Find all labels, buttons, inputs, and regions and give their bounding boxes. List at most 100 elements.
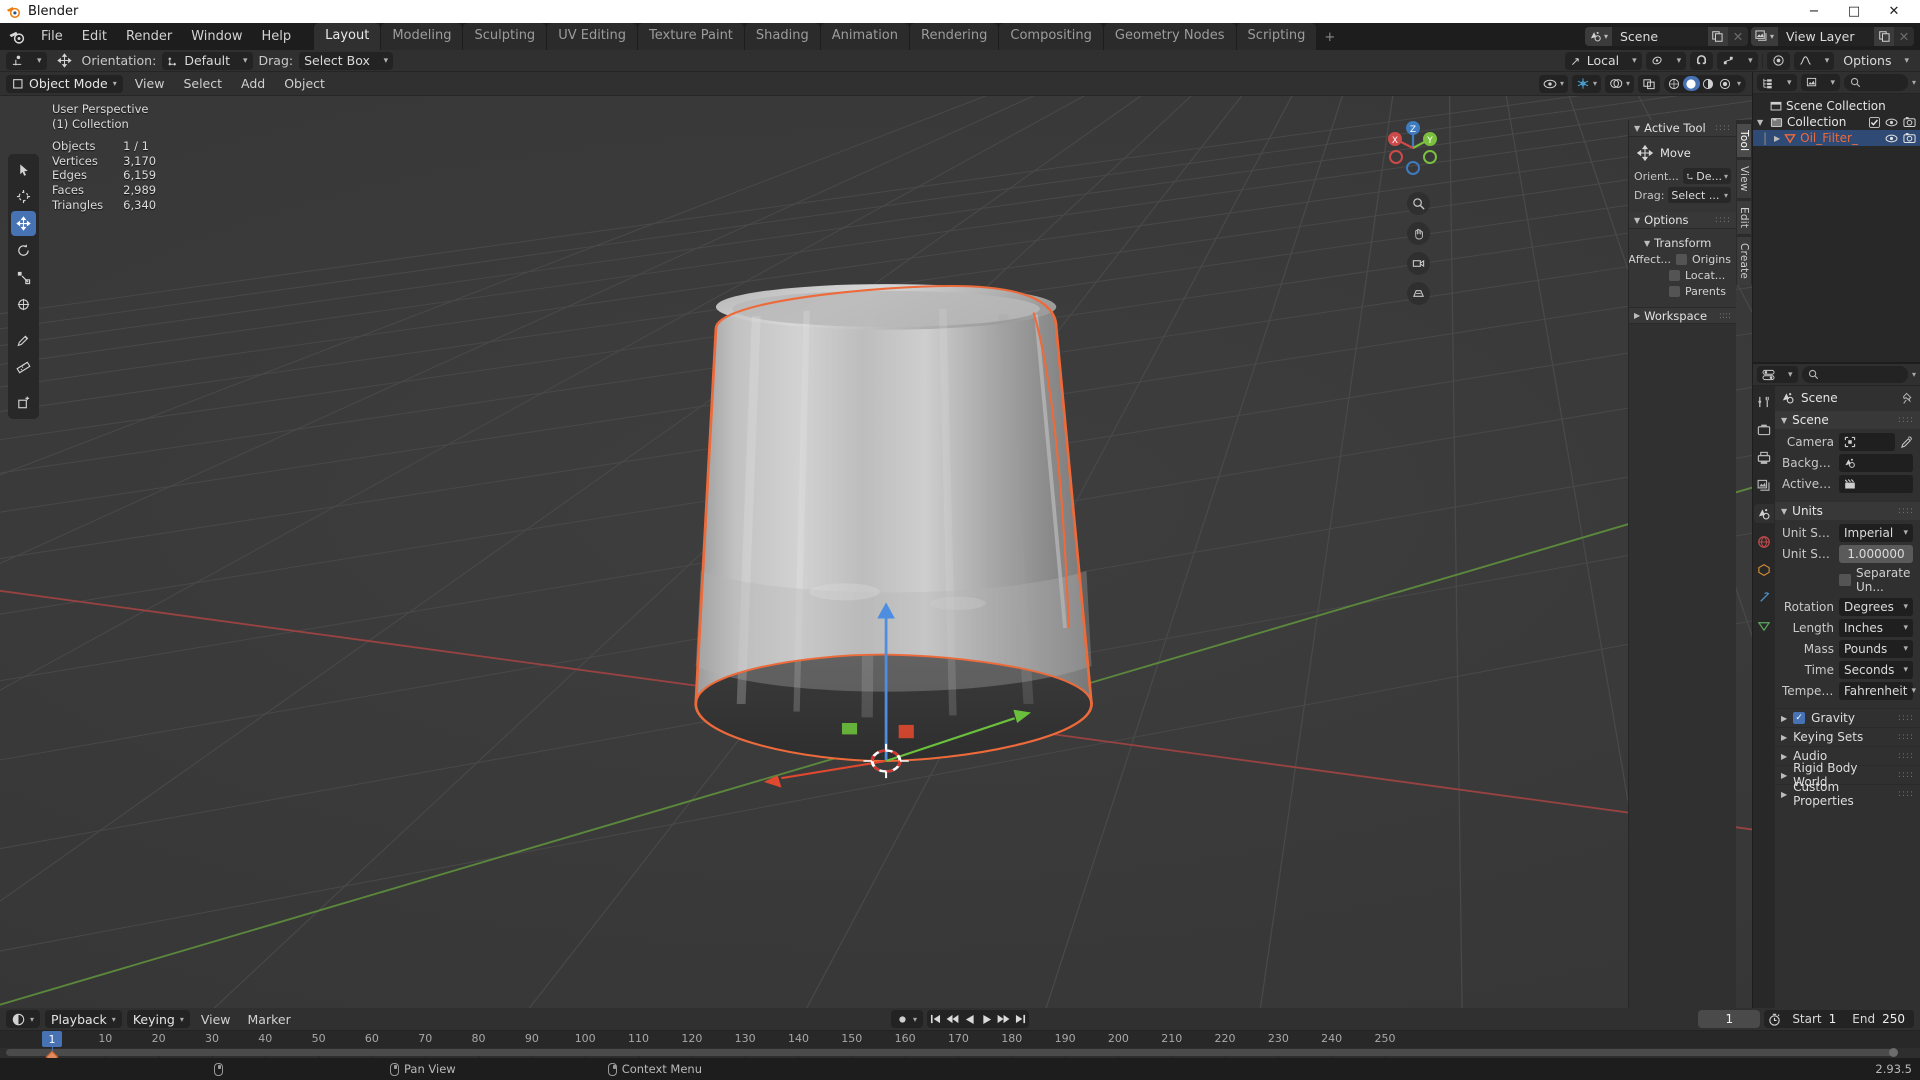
close-button[interactable]: ✕ — [1874, 0, 1914, 23]
rotation-dropdown[interactable]: Degrees ▾ — [1839, 598, 1913, 616]
transform-tool-button[interactable] — [11, 292, 36, 317]
object-visibility-icon[interactable] — [1885, 133, 1898, 144]
outliner-row-scene-collection[interactable]: Scene Collection — [1753, 98, 1920, 114]
time-dropdown[interactable]: Seconds ▾ — [1839, 661, 1913, 679]
menu-edit[interactable]: Edit — [73, 26, 116, 47]
tab-geometry-nodes[interactable]: Geometry Nodes — [1103, 22, 1236, 50]
gravity-checkbox[interactable]: ✓ — [1793, 712, 1806, 724]
tab-scripting[interactable]: Scripting — [1236, 22, 1317, 50]
chevron-right-icon[interactable]: ▶ — [1634, 311, 1640, 320]
playhead[interactable]: 1 — [42, 1031, 62, 1047]
chevron-down-icon[interactable]: ▼ — [1757, 118, 1766, 127]
properties-tab-tool[interactable] — [1754, 392, 1774, 411]
zoom-icon[interactable] — [1407, 192, 1430, 215]
collection-render-icon[interactable] — [1903, 116, 1916, 128]
tab-sculpting[interactable]: Sculpting — [463, 22, 547, 50]
properties-tab-render[interactable] — [1754, 420, 1774, 439]
active-clip-field[interactable] — [1839, 475, 1913, 493]
properties-tab-scene[interactable] — [1754, 504, 1774, 523]
end-value[interactable]: 250 — [1882, 1012, 1914, 1026]
chevron-down-icon[interactable]: ▼ — [1781, 507, 1787, 516]
keying-sets-panel-header[interactable]: ▶ Keying Sets :::: — [1775, 727, 1920, 746]
chevron-right-icon[interactable]: ▶ — [1781, 790, 1787, 799]
duplicate-view-layer-icon[interactable] — [1874, 27, 1894, 46]
view-layer-icon[interactable]: ▾ — [1750, 27, 1778, 46]
active-tool-panel-header[interactable]: ▼ Active Tool :::: — [1629, 120, 1736, 137]
viewport-menu-view[interactable]: View — [128, 74, 172, 93]
chevron-down-icon[interactable]: ▼ — [1634, 124, 1640, 133]
prev-keyframe-icon[interactable] — [944, 1010, 961, 1028]
gizmo-icon[interactable]: ▾ — [1571, 74, 1601, 93]
duplicate-icon[interactable] — [1707, 27, 1728, 46]
ortho-persp-icon[interactable] — [1407, 282, 1430, 305]
move-tool-button[interactable] — [11, 211, 36, 236]
rotate-tool-button[interactable] — [11, 238, 36, 263]
drag-dropdown[interactable]: Select Box ▾ — [299, 51, 394, 70]
overlays-icon[interactable]: ▾ — [1604, 74, 1634, 93]
scale-tool-button[interactable] — [11, 265, 36, 290]
outliner-row-oil-filter[interactable]: | ▶ Oil_Filter_ — [1753, 130, 1920, 146]
properties-tab-data[interactable] — [1754, 616, 1774, 635]
object-render-icon[interactable] — [1903, 132, 1916, 144]
blender-logo-icon[interactable] — [6, 27, 28, 47]
pin-icon[interactable] — [1902, 392, 1914, 405]
chevron-right-icon[interactable]: ▶ — [1781, 733, 1787, 742]
background-field[interactable] — [1839, 454, 1913, 472]
menu-window[interactable]: Window — [182, 26, 251, 47]
workspace-panel-header[interactable]: ▶ Workspace :::: — [1629, 307, 1736, 324]
properties-editor-type-icon[interactable]: ▾ — [1757, 366, 1798, 383]
options-panel-header[interactable]: ▼ Options :::: — [1629, 212, 1736, 229]
camera-icon[interactable] — [1407, 252, 1430, 275]
timeline-editor-type-icon[interactable]: ▾ — [6, 1010, 41, 1028]
tab-layout[interactable]: Layout — [314, 22, 381, 50]
timeline-menu-playback[interactable]: Playback ▾ — [45, 1010, 122, 1028]
menu-help[interactable]: Help — [253, 26, 301, 47]
chevron-right-icon[interactable]: ▶ — [1774, 134, 1780, 143]
xray-icon[interactable] — [1637, 74, 1660, 93]
solid-icon[interactable] — [1682, 76, 1700, 91]
length-dropdown[interactable]: Inches ▾ — [1839, 619, 1913, 637]
separate-units-row[interactable]: Separate Un... — [1839, 566, 1913, 594]
properties-tab-object[interactable] — [1754, 560, 1774, 579]
n-orientation-dropdown[interactable]: De... ▾ — [1682, 168, 1731, 184]
temperature-dropdown[interactable]: Fahrenheit ▾ — [1839, 682, 1916, 700]
remove-view-layer-icon[interactable]: ✕ — [1894, 27, 1914, 46]
add-workspace-button[interactable]: + — [1317, 25, 1342, 50]
jump-to-start-icon[interactable] — [927, 1010, 944, 1028]
scene-panel-header[interactable]: ▼ Scene :::: — [1775, 411, 1920, 429]
snap-settings-dropdown[interactable]: ▾ — [1717, 51, 1758, 70]
viewport-menu-object[interactable]: Object — [277, 74, 332, 93]
timeline-menu-view[interactable]: View — [195, 1010, 237, 1029]
proportional-edit-icon[interactable] — [1766, 51, 1790, 70]
parents-checkbox[interactable] — [1669, 286, 1680, 297]
maximize-button[interactable]: □ — [1834, 0, 1874, 23]
view-layer-selector[interactable]: ▾ View Layer ✕ — [1750, 27, 1914, 46]
orientation-dropdown[interactable]: Default ▾ — [162, 51, 253, 70]
units-panel-header[interactable]: ▼ Units :::: — [1775, 502, 1920, 520]
outliner-filter-dropdown[interactable]: ▾ — [1912, 78, 1916, 87]
outliner-filter-icon[interactable]: ▾ — [1800, 74, 1841, 91]
transform-subpanel-header[interactable]: ▼ Transform — [1634, 233, 1731, 253]
falloff-dropdown[interactable]: ▾ — [1793, 51, 1835, 70]
tab-compositing[interactable]: Compositing — [999, 22, 1103, 50]
unit-scale-field[interactable]: 1.000000 — [1839, 545, 1913, 563]
tab-texture-paint[interactable]: Texture Paint — [638, 22, 744, 50]
next-keyframe-icon[interactable] — [995, 1010, 1012, 1028]
snap-magnet-icon[interactable] — [1690, 51, 1714, 70]
tool-settings-mode-icon[interactable]: ▾ — [6, 51, 47, 70]
timeline-menu-marker[interactable]: Marker — [242, 1010, 297, 1029]
outliner-display-mode-icon[interactable]: ▾ — [1757, 74, 1797, 91]
navigation-gizmo[interactable]: Z Y X — [1379, 114, 1447, 182]
camera-field[interactable] — [1839, 433, 1895, 451]
shading-mode-group[interactable]: ▾ — [1663, 74, 1746, 93]
separate-units-checkbox[interactable] — [1839, 574, 1851, 586]
wireframe-icon[interactable] — [1666, 76, 1683, 91]
view-layer-name[interactable]: View Layer — [1778, 29, 1874, 44]
outliner-search-input[interactable] — [1844, 74, 1908, 91]
chevron-right-icon[interactable]: ▶ — [1781, 714, 1787, 723]
viewport-menu-select[interactable]: Select — [176, 74, 229, 93]
properties-search-input[interactable] — [1801, 366, 1908, 383]
visibility-icon[interactable]: ▾ — [1538, 74, 1568, 93]
chevron-down-icon[interactable]: ▼ — [1781, 416, 1787, 425]
auto-keying-button[interactable]: ▾ — [890, 1010, 924, 1028]
